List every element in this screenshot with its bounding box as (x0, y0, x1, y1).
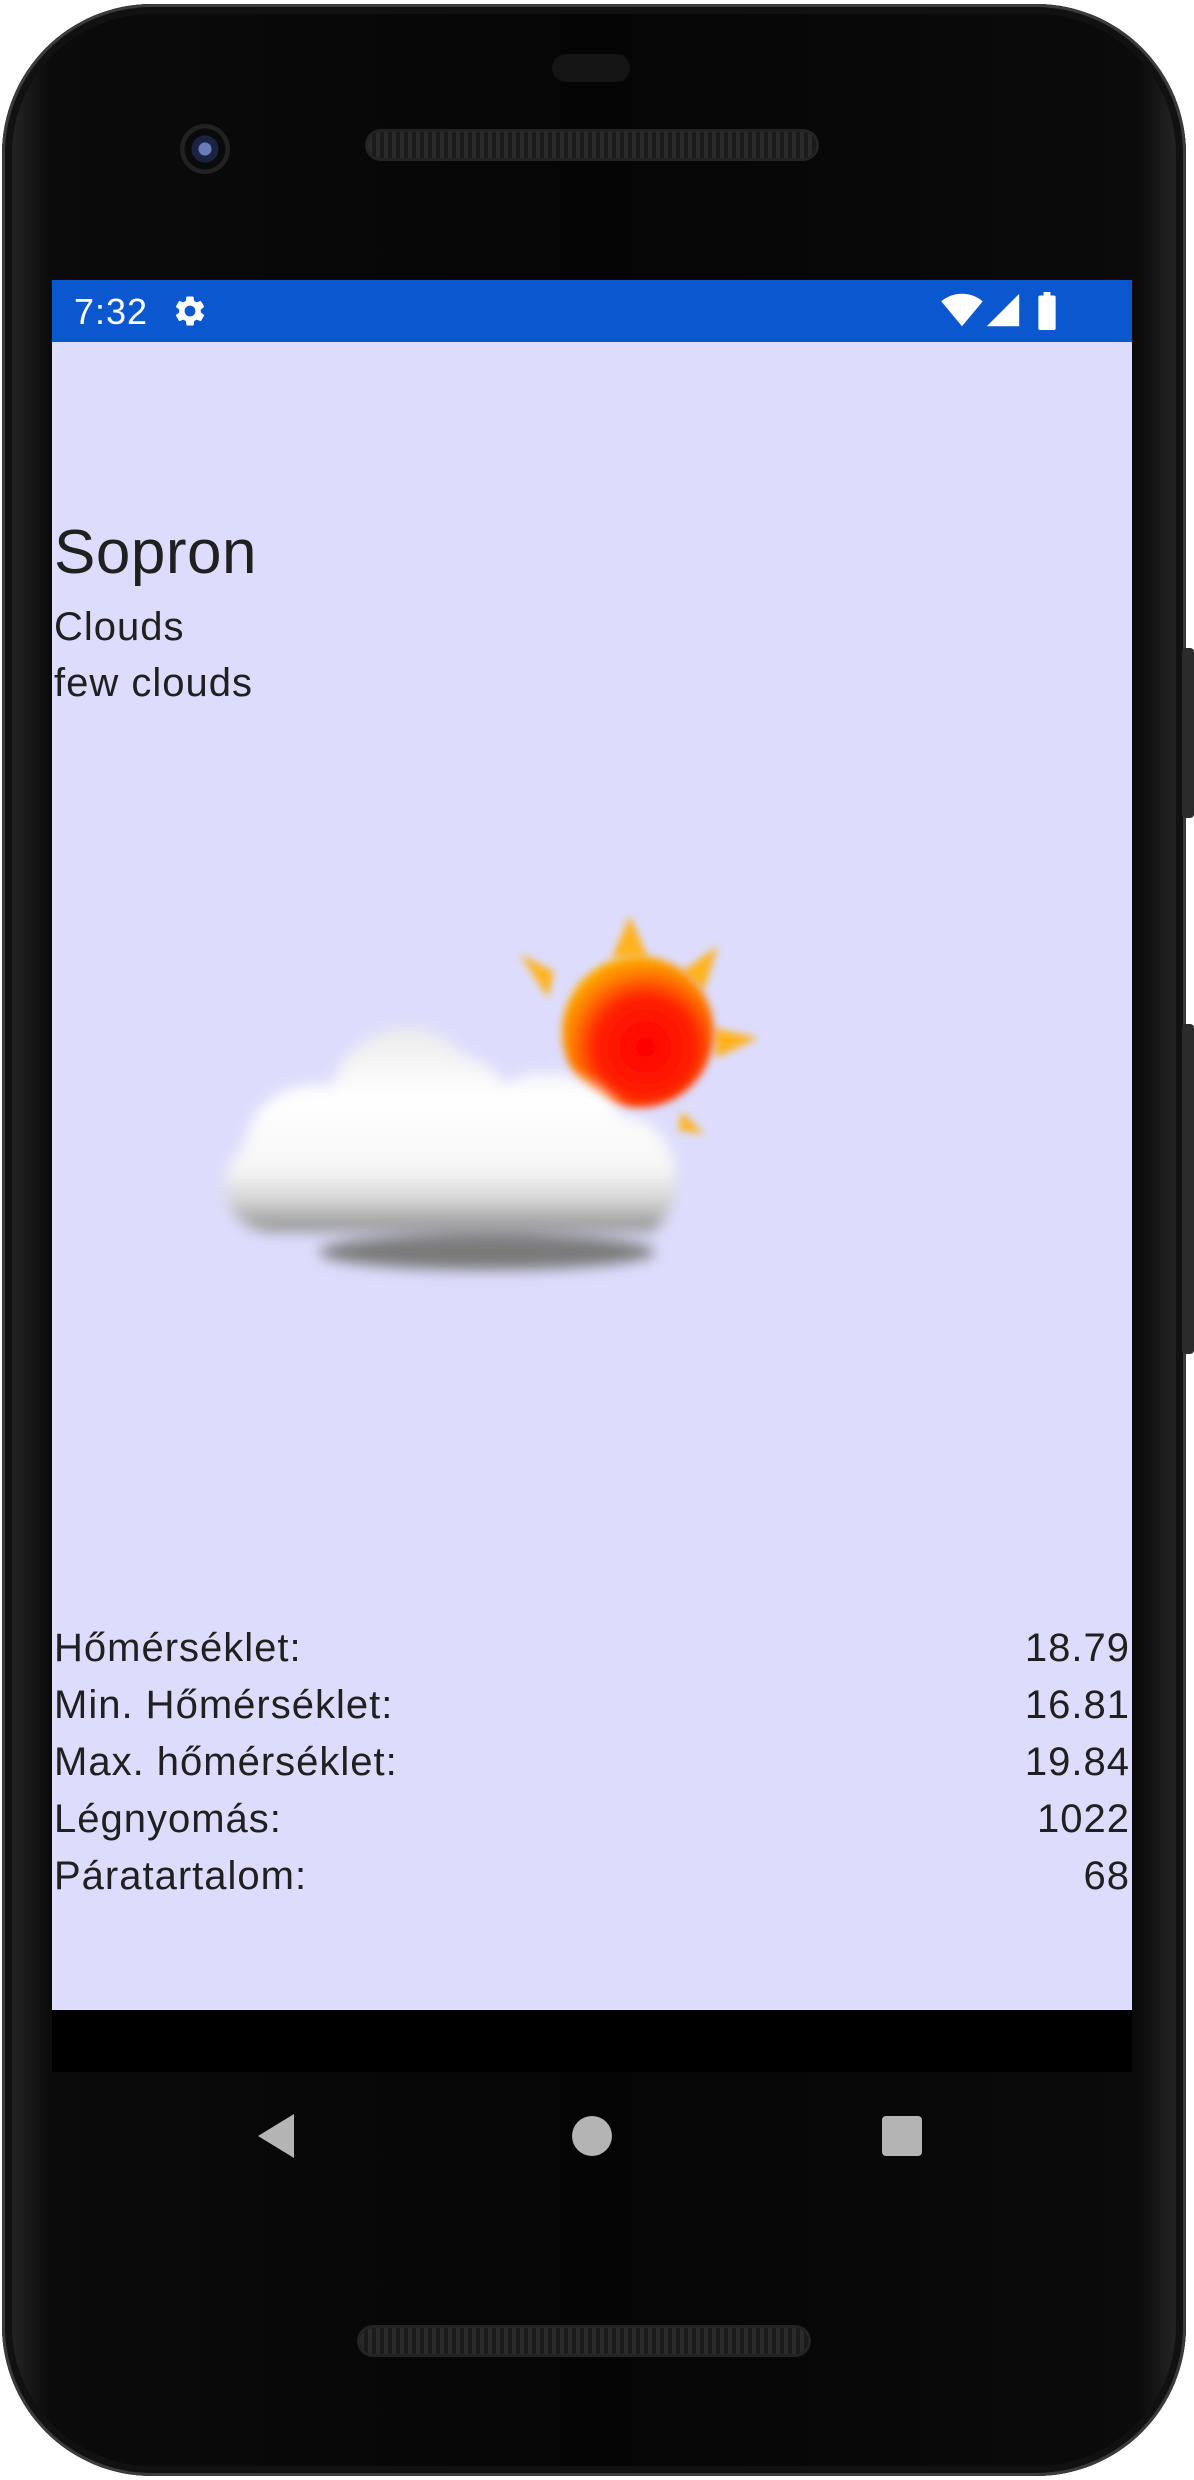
partly-cloudy-icon (224, 916, 758, 1270)
top-speaker-grille (368, 132, 816, 158)
wifi-icon (941, 293, 983, 327)
weather-details: Hőmérséklet: 18.79 Min. Hőmérséklet: 16.… (54, 1620, 1130, 1905)
signal-icon (986, 293, 1020, 327)
detail-label: Min. Hőmérséklet: (54, 1683, 394, 1727)
detail-row-min-temperature: Min. Hőmérséklet: 16.81 (54, 1677, 1130, 1734)
earpiece-notch (552, 54, 630, 82)
navigation-bar (52, 2072, 1132, 2202)
weather-description: few clouds (54, 661, 253, 705)
battery-icon (1038, 292, 1056, 330)
detail-label: Páratartalom: (54, 1854, 308, 1898)
detail-label: Max. hőmérséklet: (54, 1740, 398, 1784)
detail-label: Légnyomás: (54, 1797, 282, 1841)
bottom-speaker-grille (360, 2328, 808, 2354)
detail-row-temperature: Hőmérséklet: 18.79 (54, 1620, 1130, 1677)
detail-value: 18.79 (1024, 1626, 1130, 1670)
device-screenshot: 7:32 Sopron Clouds few clouds Hőmérsékle… (0, 0, 1194, 2480)
detail-value: 68 (1083, 1854, 1130, 1898)
power-button (1182, 648, 1194, 818)
detail-value: 1022 (1037, 1797, 1130, 1841)
recents-icon[interactable] (882, 2116, 922, 2156)
detail-row-pressure: Légnyomás: 1022 (54, 1791, 1130, 1848)
detail-label: Hőmérséklet: (54, 1626, 302, 1670)
status-time: 7:32 (74, 291, 149, 332)
volume-button (1182, 1024, 1194, 1354)
detail-value: 16.81 (1024, 1683, 1130, 1727)
weather-main: Clouds (54, 605, 185, 649)
weather-content: Sopron Clouds few clouds Hőmérséklet: 18… (52, 342, 1132, 2010)
detail-value: 19.84 (1024, 1740, 1130, 1784)
status-bar: 7:32 (52, 280, 1132, 342)
city-name: Sopron (54, 518, 257, 587)
front-camera (180, 124, 230, 174)
detail-row-humidity: Páratartalom: 68 (54, 1848, 1130, 1905)
detail-row-max-temperature: Max. hőmérséklet: 19.84 (54, 1734, 1130, 1791)
screen: 7:32 Sopron Clouds few clouds Hőmérsékle… (52, 280, 1132, 2072)
gear-icon (175, 296, 205, 326)
back-icon[interactable] (254, 2110, 298, 2162)
home-icon[interactable] (572, 2116, 612, 2156)
